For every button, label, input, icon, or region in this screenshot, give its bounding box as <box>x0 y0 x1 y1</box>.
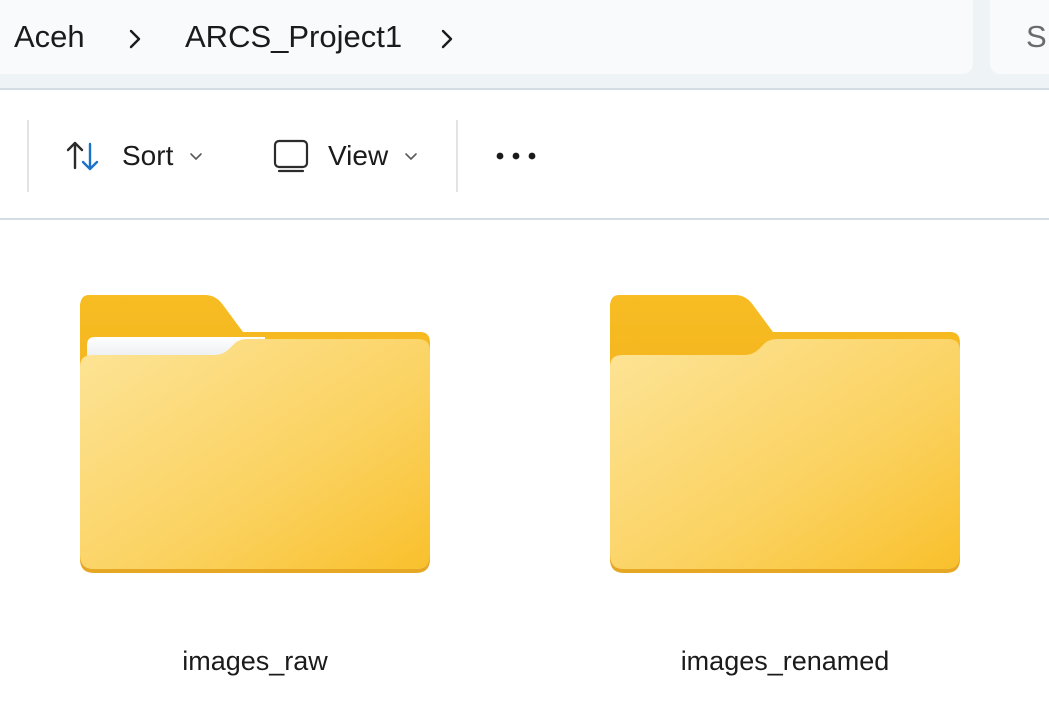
sort-arrows-icon <box>66 141 99 171</box>
chevron-down-icon <box>190 153 203 160</box>
address-bar[interactable]: Aceh ARCS_Project1 <box>0 0 973 74</box>
command-bar: Sort View <box>0 92 1049 220</box>
breadcrumb-item-arcs-project1[interactable]: ARCS_Project1 <box>185 19 402 55</box>
view-button[interactable]: View <box>270 132 420 180</box>
search-placeholder: S <box>1026 19 1047 54</box>
more-options-button[interactable] <box>490 132 542 180</box>
folder-item-images-renamed[interactable]: images_renamed <box>585 222 985 702</box>
chevron-right-icon[interactable] <box>120 24 150 54</box>
sort-button[interactable]: Sort <box>62 132 205 180</box>
search-input[interactable]: S <box>990 0 1049 74</box>
toolbar-divider <box>456 120 458 192</box>
folder-name: images_renamed <box>680 646 890 676</box>
view-label: View <box>328 140 389 171</box>
toolbar-divider <box>27 120 29 192</box>
file-list: images_raw images_renamed <box>0 222 1049 708</box>
folder-name: images_raw <box>182 646 328 676</box>
folder-icon <box>610 295 960 573</box>
sort-label: Sort <box>122 140 174 171</box>
chevron-right-icon[interactable] <box>432 24 462 54</box>
chevron-down-icon <box>405 153 417 160</box>
address-area: Aceh ARCS_Project1 S <box>0 0 1049 90</box>
breadcrumb-item-aceh[interactable]: Aceh <box>14 19 85 55</box>
more-horizontal-icon <box>496 152 536 160</box>
folder-icon <box>80 295 430 573</box>
view-monitor-icon <box>273 139 309 173</box>
folder-item-images-raw[interactable]: images_raw <box>55 222 455 702</box>
